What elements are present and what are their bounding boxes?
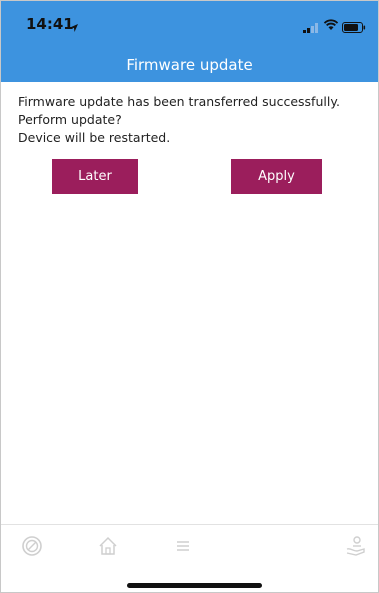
navigation-bar: Firmware update bbox=[1, 47, 378, 82]
apply-button[interactable]: Apply bbox=[231, 159, 322, 194]
wifi-icon bbox=[323, 16, 339, 35]
home-icon[interactable] bbox=[97, 535, 119, 561]
status-bar: 14:41 bbox=[1, 1, 378, 47]
message-text: Firmware update has been transferred suc… bbox=[18, 94, 340, 127]
home-indicator[interactable] bbox=[127, 583, 262, 588]
message-area: Firmware update has been transferred suc… bbox=[18, 93, 368, 147]
cellular-signal-icon bbox=[303, 18, 320, 37]
menu-icon[interactable] bbox=[175, 535, 191, 561]
restart-notice: Device will be restarted. bbox=[18, 130, 171, 145]
app-screen: 14:41 Firmware update Firmware update ha… bbox=[0, 0, 379, 593]
page-title: Firmware update bbox=[126, 55, 253, 74]
status-time: 14:41 bbox=[26, 15, 74, 33]
battery-icon bbox=[342, 18, 366, 37]
later-button[interactable]: Later bbox=[52, 159, 138, 194]
location-arrow-icon bbox=[69, 18, 79, 37]
hand-person-icon[interactable] bbox=[345, 535, 367, 561]
dial-icon[interactable] bbox=[21, 535, 43, 561]
